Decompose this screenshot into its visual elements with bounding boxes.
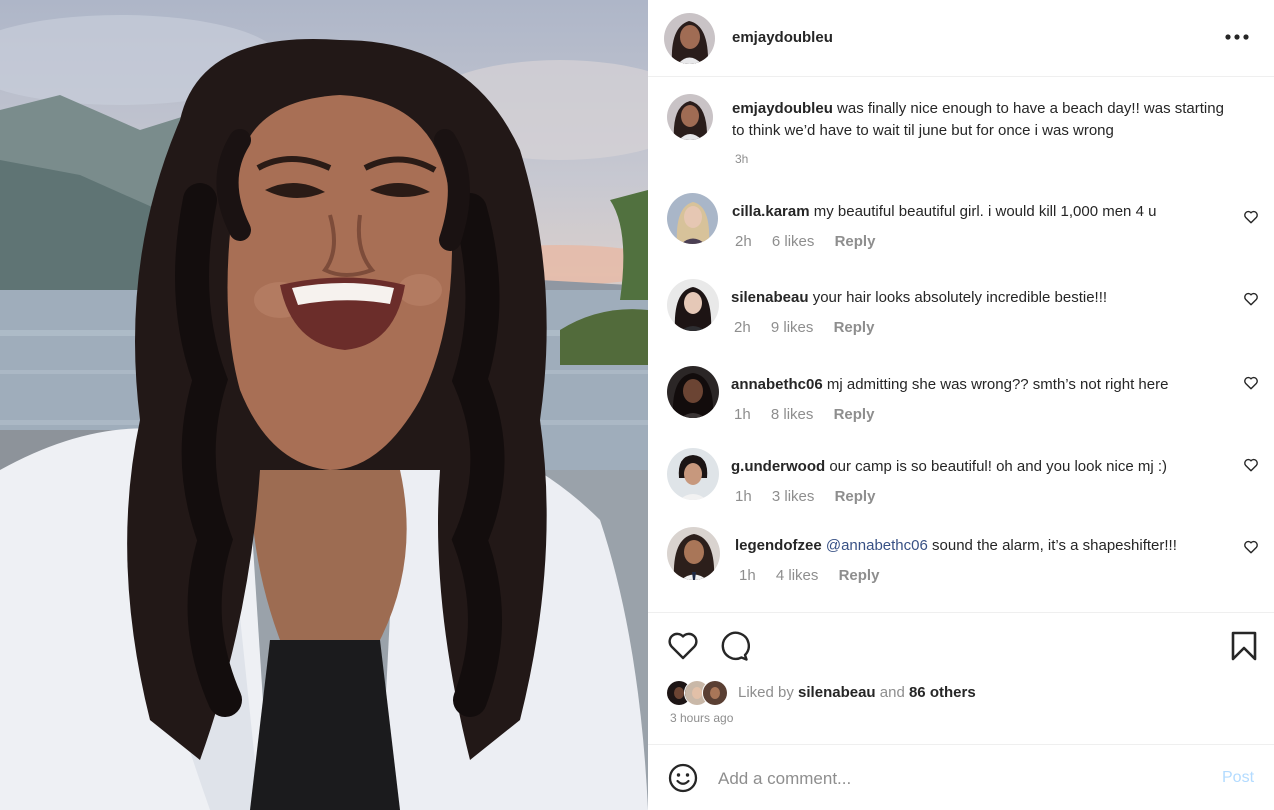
comment-time: 2h bbox=[734, 319, 751, 336]
comment-likes[interactable]: 8 likes bbox=[771, 406, 814, 423]
emoji-smile-icon[interactable] bbox=[667, 762, 699, 794]
reply-button[interactable]: Reply bbox=[835, 233, 876, 250]
commenter-avatar[interactable] bbox=[667, 279, 719, 331]
comment-item: legendofzee @annabethc06 sound the alarm… bbox=[648, 527, 1274, 587]
post-header: emjaydoubleu bbox=[648, 0, 1274, 77]
comment-likes[interactable]: 9 likes bbox=[771, 319, 814, 336]
reply-button[interactable]: Reply bbox=[834, 406, 875, 423]
liker-avatar bbox=[702, 680, 728, 706]
comment-time: 1h bbox=[735, 488, 752, 505]
liked-by-avatars[interactable] bbox=[666, 680, 732, 706]
comment-meta: 2h 9 likes Reply bbox=[734, 319, 890, 336]
comment-heart-icon[interactable] bbox=[1243, 540, 1259, 554]
comment-username[interactable]: legendofzee bbox=[735, 537, 822, 554]
commenter-avatar[interactable] bbox=[667, 366, 719, 418]
post-detail-panel: emjaydoubleu emjaydoubleu was finally ni… bbox=[648, 0, 1274, 810]
comment-likes[interactable]: 4 likes bbox=[776, 567, 819, 584]
post-comment-button[interactable]: Post bbox=[1222, 769, 1254, 787]
comment-username[interactable]: cilla.karam bbox=[732, 203, 810, 220]
comment-heart-icon[interactable] bbox=[1243, 458, 1259, 472]
more-dots-icon[interactable] bbox=[1224, 27, 1254, 47]
comment-item: cilla.karam my beautiful beautiful girl.… bbox=[648, 193, 1274, 253]
reply-button[interactable]: Reply bbox=[834, 319, 875, 336]
commenter-avatar-image bbox=[667, 366, 719, 418]
comment-username[interactable]: g.underwood bbox=[731, 458, 825, 475]
comment-meta: 1h 3 likes Reply bbox=[735, 488, 891, 505]
caption-author-avatar[interactable] bbox=[667, 94, 713, 140]
comment-line: cilla.karam my beautiful beautiful girl.… bbox=[732, 203, 1156, 220]
comment-heart-icon[interactable] bbox=[1243, 376, 1259, 390]
author-avatar-image bbox=[664, 13, 715, 64]
comment-line: annabethc06 mj admitting she was wrong??… bbox=[731, 376, 1168, 393]
comment-item: g.underwood our camp is so beautiful! oh… bbox=[648, 448, 1274, 508]
comment-item: silenabeau your hair looks absolutely in… bbox=[648, 279, 1274, 339]
comment-meta: 2h 6 likes Reply bbox=[735, 233, 891, 250]
comment-time: 1h bbox=[734, 406, 751, 423]
commenter-avatar[interactable] bbox=[667, 448, 719, 500]
reply-button[interactable]: Reply bbox=[835, 488, 876, 505]
author-avatar[interactable] bbox=[664, 13, 715, 64]
commenter-avatar[interactable] bbox=[667, 527, 720, 580]
comment-text: sound the alarm, it’s a shapeshifter!!! bbox=[932, 537, 1177, 554]
comment-text: my beautiful beautiful girl. i would kil… bbox=[813, 203, 1157, 220]
caption-username[interactable]: emjaydoubleu bbox=[732, 100, 833, 117]
reply-button[interactable]: Reply bbox=[839, 567, 880, 584]
comment-meta: 1h 8 likes Reply bbox=[734, 406, 890, 423]
comment-line: silenabeau your hair looks absolutely in… bbox=[731, 289, 1107, 306]
post-actions: Liked by silenabeau and 86 others 3 hour… bbox=[648, 612, 1274, 744]
liked-by-user[interactable]: silenabeau bbox=[798, 684, 876, 701]
comment-item: annabethc06 mj admitting she was wrong??… bbox=[648, 366, 1274, 426]
comment-meta: 1h 4 likes Reply bbox=[739, 567, 895, 584]
speech-bubble-icon[interactable] bbox=[718, 630, 750, 662]
commenter-avatar-image bbox=[667, 527, 720, 580]
post-photo[interactable] bbox=[0, 0, 648, 810]
liked-by-prefix: Liked by bbox=[738, 684, 794, 701]
author-username[interactable]: emjaydoubleu bbox=[732, 29, 833, 46]
comment-time: 1h bbox=[739, 567, 756, 584]
caption-avatar-image bbox=[667, 94, 713, 140]
commenter-avatar-image bbox=[667, 193, 718, 244]
comment-time: 2h bbox=[735, 233, 752, 250]
comment-text: our camp is so beautiful! oh and you loo… bbox=[829, 458, 1168, 475]
comment-heart-icon[interactable] bbox=[1243, 292, 1259, 306]
comment-text: mj admitting she was wrong?? smth’s not … bbox=[826, 376, 1169, 393]
liked-by-joiner: and bbox=[879, 684, 905, 701]
liked-by-others[interactable]: 86 others bbox=[909, 684, 976, 701]
caption-timestamp: 3h bbox=[735, 152, 749, 166]
comment-mention-link[interactable]: @annabethc06 bbox=[826, 537, 928, 554]
add-comment-bar: Post bbox=[648, 744, 1274, 810]
comment-likes[interactable]: 3 likes bbox=[772, 488, 815, 505]
comment-input[interactable] bbox=[718, 765, 1178, 793]
commenter-avatar[interactable] bbox=[667, 193, 718, 244]
caption-text-block: emjaydoubleu was finally nice enough to … bbox=[732, 98, 1232, 142]
commenter-avatar-image bbox=[667, 279, 719, 331]
comment-username[interactable]: annabethc06 bbox=[731, 376, 823, 393]
bookmark-icon[interactable] bbox=[1228, 630, 1260, 662]
commenter-avatar-image bbox=[667, 448, 719, 500]
comment-username[interactable]: silenabeau bbox=[731, 289, 809, 306]
comment-heart-icon[interactable] bbox=[1243, 210, 1259, 224]
liked-by-summary: Liked by silenabeau and 86 others bbox=[738, 684, 976, 701]
beach-portrait-image bbox=[0, 15, 648, 810]
comment-line: g.underwood our camp is so beautiful! oh… bbox=[731, 458, 1167, 475]
comment-text: your hair looks absolutely incredible be… bbox=[812, 289, 1108, 306]
comment-likes[interactable]: 6 likes bbox=[772, 233, 815, 250]
post-timestamp: 3 hours ago bbox=[670, 711, 734, 725]
comment-line: legendofzee @annabethc06 sound the alarm… bbox=[735, 537, 1177, 554]
heart-icon[interactable] bbox=[667, 630, 699, 662]
